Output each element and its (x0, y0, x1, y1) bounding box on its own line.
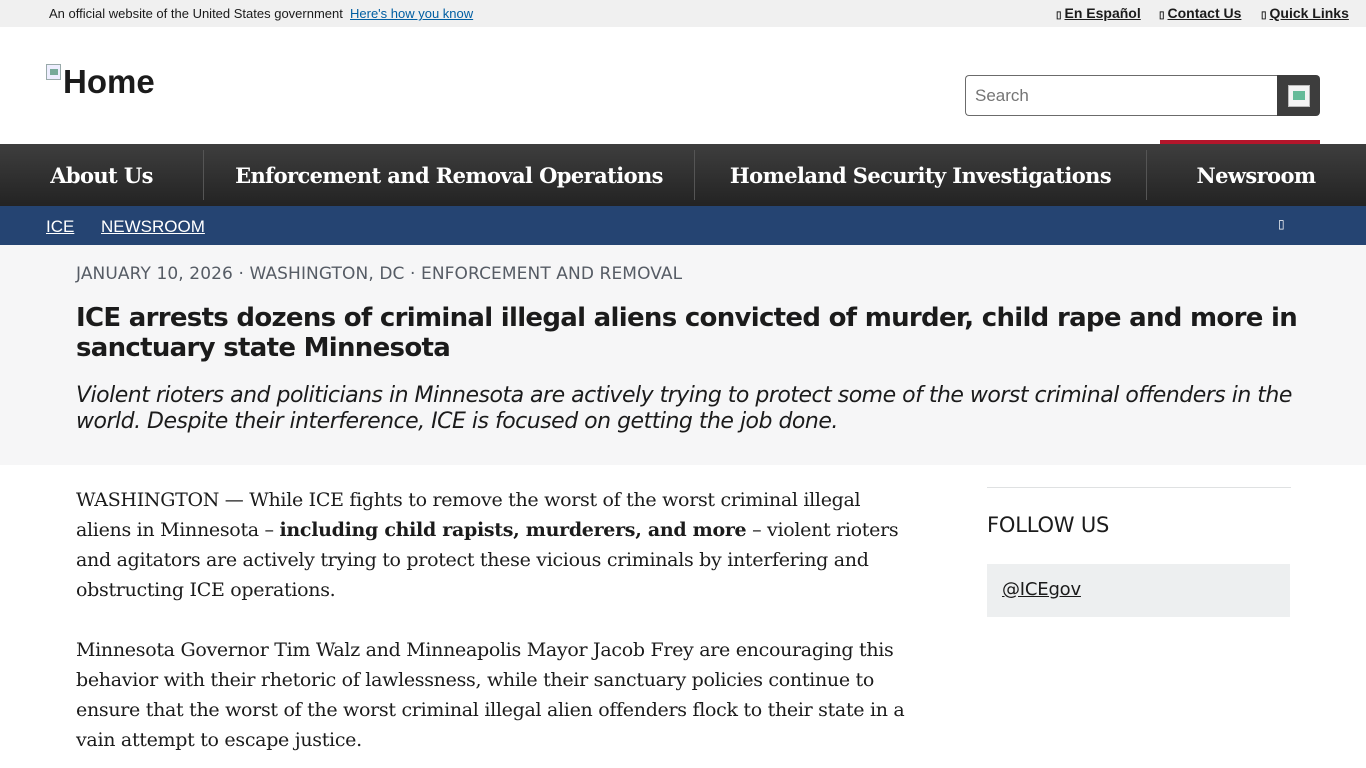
quick-links-link[interactable]: ▯ Quick Links (1261, 5, 1349, 21)
nav-newsroom[interactable]: Newsroom (1147, 144, 1365, 206)
article-paragraph: WASHINGTON — While ICE fights to remove … (76, 485, 916, 605)
article-meta: JANUARY 10, 2026 · WASHINGTON, DC · ENFO… (76, 264, 683, 284)
nav-about-us[interactable]: About Us (0, 144, 203, 206)
nav-homeland-security-investigations[interactable]: Homeland Security Investigations (695, 144, 1146, 206)
paragraph-bold-text: including child rapists, murderers, and … (279, 519, 747, 541)
link-icon: ▯ (1261, 10, 1267, 21)
quick-links-label: Quick Links (1269, 5, 1349, 21)
contact-us-link[interactable]: ▯ Contact Us (1159, 5, 1241, 21)
breadcrumb-newsroom[interactable]: NEWSROOM (101, 217, 205, 237)
follow-us-heading: FOLLOW US (987, 513, 1110, 537)
official-site-text: An official website of the United States… (49, 6, 343, 21)
en-espanol-link[interactable]: ▯ En Español (1056, 5, 1141, 21)
icegov-social-link[interactable]: @ICEgov (1002, 579, 1081, 600)
main-navigation: About Us Enforcement and Removal Operati… (0, 144, 1366, 206)
article-subtitle: Violent rioters and politicians in Minne… (76, 383, 1292, 434)
envelope-icon: ▯ (1159, 10, 1165, 21)
breadcrumb: ICE NEWSROOM (0, 206, 1366, 245)
sidebar-divider (987, 487, 1291, 488)
article-paragraph: Minnesota Governor Tim Walz and Minneapo… (76, 639, 905, 751)
breadcrumb-ice[interactable]: ICE (46, 217, 74, 237)
how-you-know-link[interactable]: Here's how you know (350, 6, 473, 21)
broken-image-icon (46, 64, 61, 80)
search-icon (1287, 84, 1310, 107)
contact-us-label: Contact Us (1167, 5, 1242, 21)
home-logo-link[interactable]: Home (46, 63, 155, 101)
nav-enforcement-removal[interactable]: Enforcement and Removal Operations (204, 144, 694, 206)
share-icon[interactable]: ▯ (1278, 217, 1290, 231)
search-button[interactable] (1277, 75, 1320, 116)
article-title: ICE arrests dozens of criminal illegal a… (76, 303, 1298, 363)
language-icon: ▯ (1056, 10, 1062, 21)
logo-alt-text: Home (63, 63, 155, 100)
search-input[interactable] (965, 75, 1278, 116)
en-espanol-label: En Español (1064, 5, 1141, 21)
